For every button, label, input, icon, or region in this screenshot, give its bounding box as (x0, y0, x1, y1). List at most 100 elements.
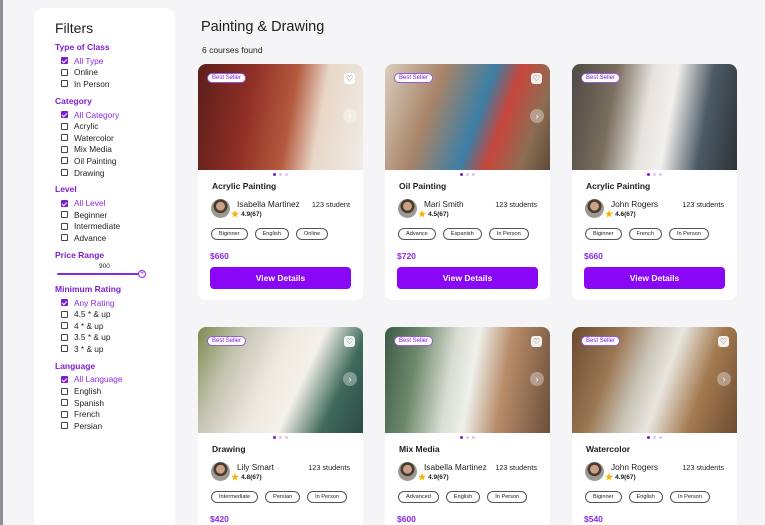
rating: ★ 4.9(67) (231, 210, 262, 219)
carousel-dot[interactable] (460, 436, 463, 439)
filter-level-intermediate[interactable]: Intermediate (55, 221, 175, 233)
instructor-row: Lily Smart ★ 4.8(67) 123 students (211, 461, 363, 482)
heart-icon[interactable]: ♡ (344, 73, 355, 84)
filter-category-all[interactable]: All Category (55, 109, 175, 121)
heart-icon[interactable]: ♡ (718, 336, 729, 347)
filter-category-mix-media[interactable]: Mix Media (55, 144, 175, 156)
carousel-dot[interactable] (647, 173, 650, 176)
avatar (398, 461, 417, 481)
filter-category-acrylic[interactable]: Acrylic (55, 120, 175, 132)
carousel-dot[interactable] (659, 173, 662, 176)
carousel-dot[interactable] (472, 436, 475, 439)
rating: ★ 4.8(67) (231, 473, 262, 482)
chevron-right-icon[interactable]: › (530, 109, 544, 123)
filter-language-english[interactable]: English (55, 385, 175, 397)
course-card[interactable]: Best Seller Acrylic Painting John Rogers… (572, 64, 737, 300)
course-title: Drawing (212, 444, 246, 454)
checkbox[interactable] (61, 111, 68, 119)
carousel-dot[interactable] (273, 436, 276, 439)
level-tag: Biginner (585, 228, 622, 240)
checkbox[interactable] (61, 199, 68, 207)
filter-language-french[interactable]: French (55, 408, 175, 420)
checkbox[interactable] (61, 57, 68, 65)
carousel-dot[interactable] (653, 173, 656, 176)
filter-category-drawing[interactable]: Drawing (55, 167, 175, 179)
type-tag: Online (295, 228, 329, 240)
course-card[interactable]: Best Seller ♡ › Watercolor John Rogers ★… (572, 327, 737, 525)
checkbox[interactable] (61, 80, 68, 88)
filter-language-all[interactable]: All Language (55, 374, 175, 386)
checkbox[interactable] (61, 333, 68, 341)
slider-track (57, 272, 143, 276)
carousel-dot[interactable] (466, 173, 469, 176)
course-card[interactable]: Best Seller ♡ › Oil Painting Mari Smith … (385, 64, 550, 300)
course-card[interactable]: Best Seller ♡ › Acrylic Painting Isabell… (198, 64, 363, 300)
checkbox[interactable] (61, 399, 68, 407)
filter-rating-4-5[interactable]: 4.5 * & up (55, 308, 175, 320)
checkbox[interactable] (61, 422, 68, 430)
filter-level-beginner[interactable]: Beginner (55, 209, 175, 221)
checkbox[interactable] (61, 322, 68, 330)
checkbox[interactable] (61, 134, 68, 142)
checkbox[interactable] (61, 211, 68, 219)
carousel-dot[interactable] (472, 173, 475, 176)
checkbox[interactable] (61, 345, 68, 353)
filter-option-label: Watercolor (74, 132, 114, 143)
filter-level-advance[interactable]: Advance (55, 232, 175, 244)
checkbox[interactable] (61, 299, 68, 307)
view-details-button[interactable]: View Details (397, 267, 538, 289)
filter-type-in-person[interactable]: In Person (55, 78, 175, 90)
view-details-button[interactable]: View Details (584, 267, 725, 289)
course-image: Best Seller ♡ › (385, 327, 550, 433)
checkbox[interactable] (61, 410, 68, 418)
filter-rating-4[interactable]: 4 * & up (55, 320, 175, 332)
carousel-dot[interactable] (285, 173, 288, 176)
checkbox[interactable] (61, 375, 68, 383)
checkbox[interactable] (61, 169, 68, 177)
checkbox[interactable] (61, 122, 68, 130)
filter-category-watercolor[interactable]: Watercolor (55, 132, 175, 144)
carousel-dot[interactable] (466, 436, 469, 439)
carousel-dot[interactable] (653, 436, 656, 439)
course-card[interactable]: Best Seller ♡ › Mix Media Isabella Marti… (385, 327, 550, 525)
filter-option-label: Oil Painting (74, 155, 117, 166)
chevron-right-icon[interactable]: › (530, 372, 544, 386)
filter-option-label: Beginner (74, 209, 108, 220)
course-title: Acrylic Painting (586, 181, 651, 191)
course-title: Watercolor (586, 444, 631, 454)
heart-icon[interactable]: ♡ (531, 73, 542, 84)
carousel-dot[interactable] (279, 436, 282, 439)
chevron-right-icon[interactable]: › (717, 372, 731, 386)
checkbox[interactable] (61, 157, 68, 165)
filter-language-persian[interactable]: Persian (55, 420, 175, 432)
checkbox[interactable] (61, 387, 68, 395)
heart-icon[interactable]: ♡ (344, 336, 355, 347)
price-range-slider[interactable]: + (57, 269, 146, 278)
checkbox[interactable] (61, 68, 68, 76)
filter-rating-3[interactable]: 3 * & up (55, 343, 175, 355)
carousel-dot[interactable] (460, 173, 463, 176)
view-details-button[interactable]: View Details (210, 267, 351, 289)
carousel-dot[interactable] (285, 436, 288, 439)
chevron-right-icon[interactable]: › (343, 372, 357, 386)
carousel-dot[interactable] (659, 436, 662, 439)
course-card[interactable]: Best Seller ♡ › Drawing Lily Smart ★ 4.8(… (198, 327, 363, 525)
carousel-dot[interactable] (647, 436, 650, 439)
slider-handle[interactable]: + (138, 269, 146, 278)
checkbox[interactable] (61, 310, 68, 318)
heart-icon[interactable]: ♡ (531, 336, 542, 347)
checkbox[interactable] (61, 234, 68, 242)
checkbox[interactable] (61, 222, 68, 230)
type-tag: In Person (488, 228, 529, 240)
filter-type-online[interactable]: Online (55, 67, 175, 79)
carousel-dot[interactable] (273, 173, 276, 176)
filter-type-all[interactable]: All Type (55, 55, 175, 67)
filter-level-all[interactable]: All Level (55, 197, 175, 209)
chevron-right-icon[interactable]: › (343, 109, 357, 123)
checkbox[interactable] (61, 145, 68, 153)
filter-language-spanish[interactable]: Spanish (55, 397, 175, 409)
filter-category-oil-painting[interactable]: Oil Painting (55, 155, 175, 167)
carousel-dot[interactable] (279, 173, 282, 176)
filter-rating-any[interactable]: Any Rating (55, 297, 175, 309)
filter-rating-3-5[interactable]: 3.5 * & up (55, 332, 175, 344)
